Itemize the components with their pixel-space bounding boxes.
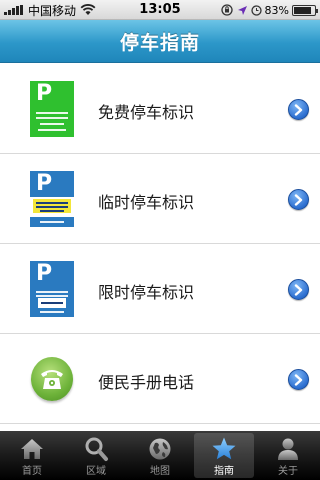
list-item-label: 限时停车标识 [98,283,195,302]
tab-map[interactable]: 地图 [128,431,192,480]
disclosure-arrow-icon[interactable] [288,189,309,210]
tab-bar: 首页 区域 地图 指南 关于 [0,431,320,480]
free-parking-sign-icon: P [30,81,74,137]
list-item-label: 临时停车标识 [98,193,195,212]
tab-area[interactable]: 区域 [64,431,128,480]
navigation-bar: 停车指南 [0,20,320,63]
guide-list: P 免费停车标识 P 临时停车标识 P 限时停车标识 便民手册电话 [0,64,320,424]
location-arrow-icon [237,5,247,15]
tab-about[interactable]: 关于 [256,431,320,480]
tab-label: 关于 [278,466,298,477]
page-title: 停车指南 [119,31,200,54]
disclosure-arrow-icon[interactable] [288,99,309,120]
alarm-clock-icon [250,4,262,16]
tab-label: 指南 [214,466,234,477]
list-item-free-parking[interactable]: P 免费停车标识 [0,64,320,154]
list-item-label: 免费停车标识 [98,103,195,122]
battery-percentage: 83% [264,3,289,17]
person-icon [278,438,298,460]
tab-label: 地图 [150,466,170,477]
star-icon [212,437,236,460]
tab-home[interactable]: 首页 [0,431,64,480]
telephone-icon [30,351,74,407]
disclosure-arrow-icon[interactable] [288,369,309,390]
disclosure-arrow-icon[interactable] [288,279,309,300]
list-item-temporary-parking[interactable]: P 临时停车标识 [0,154,320,244]
battery-icon [292,4,318,16]
list-item-label: 便民手册电话 [98,373,195,392]
globe-icon [149,438,171,460]
temporary-parking-sign-icon: P [30,171,74,227]
list-item-service-phone[interactable]: 便民手册电话 [0,334,320,424]
search-icon [85,437,108,461]
time-limited-parking-sign-icon: P [30,261,74,317]
tab-guide[interactable]: 指南 [192,431,256,480]
status-bar: 中国移动 13:05 83% [0,0,320,20]
tab-label: 首页 [22,466,42,477]
tab-label: 区域 [86,466,106,477]
list-item-time-limited-parking[interactable]: P 限时停车标识 [0,244,320,334]
rotation-lock-icon [220,4,233,16]
battery-level-fill [294,6,311,14]
home-icon [21,439,43,459]
